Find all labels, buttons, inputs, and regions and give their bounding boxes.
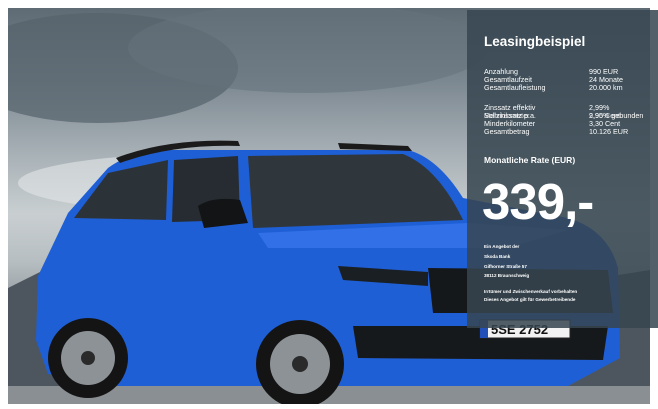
row-value: 10.126 EUR bbox=[589, 127, 629, 136]
leasing-title: Leasingbeispiel bbox=[484, 34, 586, 49]
leasing-panel: Leasingbeispiel Anzahlung 990 EUR Gesamt… bbox=[467, 10, 658, 328]
provider-line: Gifhorner Straße 57 bbox=[484, 264, 527, 269]
disclaimer-line: Irrtümer und Zwischenverkauf vorbehalten bbox=[484, 289, 578, 294]
monthly-rate-label: Monatliche Rate (EUR) bbox=[484, 155, 576, 165]
row-label: Gesamtbetrag bbox=[484, 127, 530, 136]
provider-line: Ein Angebot der bbox=[484, 244, 520, 249]
disclaimer-line: Dieses Angebot gilt für Gewerbetreibende bbox=[484, 297, 576, 302]
row-value: 20.000 km bbox=[589, 83, 623, 92]
row-label: Gesamtlaufleistung bbox=[484, 83, 546, 92]
provider-line: Skoda Bank bbox=[484, 254, 511, 259]
provider-line: 38112 Braunschweig bbox=[484, 273, 530, 278]
monthly-rate: 339,- bbox=[482, 173, 594, 230]
